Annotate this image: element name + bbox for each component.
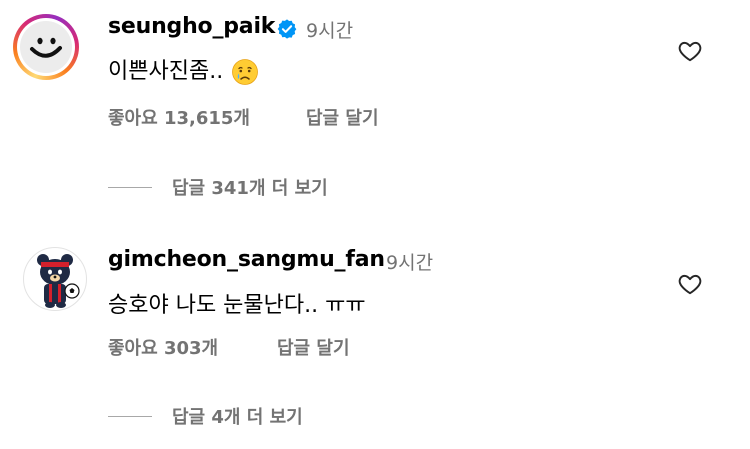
replies-divider-line bbox=[108, 187, 152, 188]
like-count[interactable]: 좋아요 13,615개 bbox=[108, 104, 250, 130]
like-count[interactable]: 좋아요 303개 bbox=[108, 334, 218, 360]
view-replies-label: 답글 341개 더 보기 bbox=[172, 178, 328, 199]
bear-mascot-icon bbox=[37, 254, 80, 308]
avatar[interactable] bbox=[13, 14, 79, 80]
view-replies-label: 답글 4개 더 보기 bbox=[172, 407, 303, 428]
comment-text: 이쁜사진좀.. bbox=[108, 53, 259, 86]
heart-icon[interactable] bbox=[677, 271, 703, 297]
comment-item: seungho_paik 9시간 이쁜사진좀.. 좋아요 13,615개 답글 … bbox=[0, 0, 750, 220]
comment-username[interactable]: seungho_paik bbox=[108, 14, 275, 39]
comment-username[interactable]: gimcheon_sangmu_fan bbox=[108, 247, 385, 272]
replies-divider-line bbox=[108, 416, 152, 417]
crying-face-icon bbox=[232, 59, 259, 85]
comment-time: 9시간 bbox=[386, 252, 434, 274]
comment-time: 9시간 bbox=[306, 20, 354, 42]
comment-text: 승호야 나도 눈물난다.. ㅠㅠ bbox=[108, 293, 366, 318]
avatar[interactable] bbox=[23, 247, 87, 311]
smiley-avatar-icon bbox=[30, 37, 62, 58]
reply-button[interactable]: 답글 달기 bbox=[306, 104, 379, 130]
comment-text-body: 이쁜사진좀.. bbox=[108, 59, 224, 84]
heart-icon[interactable] bbox=[677, 38, 703, 64]
verified-badge-icon bbox=[277, 19, 297, 39]
reply-button[interactable]: 답글 달기 bbox=[277, 334, 350, 360]
comment-item: gimcheon_sangmu_fan 9시간 승호야 나도 눈물난다.. ㅠㅠ… bbox=[0, 220, 750, 449]
